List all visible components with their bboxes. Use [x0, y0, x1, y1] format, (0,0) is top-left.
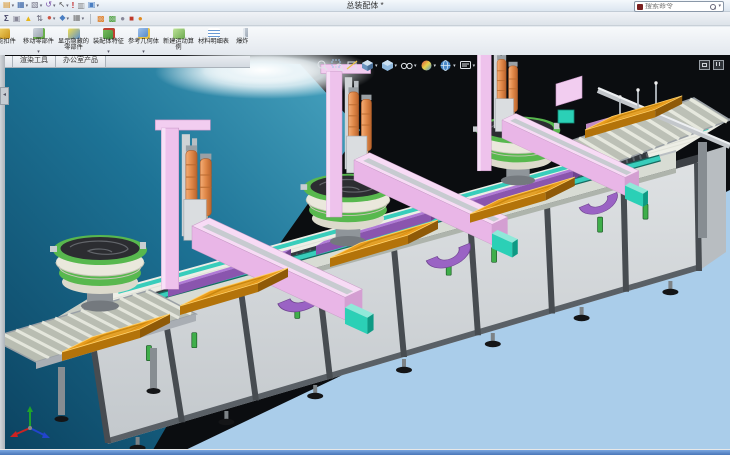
- show-hidden-components-button[interactable]: 显示隐藏的零部件: [56, 27, 91, 54]
- heads-up-view-toolbar: ▾ ▾ ▾ ▾ ▾ ▾: [316, 58, 476, 73]
- photoview-preview-icon[interactable]: ▩: [97, 14, 105, 23]
- bill-of-materials-button[interactable]: 材料明细表: [196, 27, 231, 54]
- equations-icon[interactable]: Σ: [4, 14, 9, 23]
- zoom-area-icon[interactable]: [331, 59, 344, 72]
- tools-toolbar: Σ ▣ ▲ ⇅ ● ◆ ▦ ▩ ▩ ● ■ ●: [0, 12, 730, 26]
- integrated-preview-icon[interactable]: ▩: [109, 14, 117, 23]
- print-icon[interactable]: ▧: [31, 0, 42, 11]
- featuremanager-splitter[interactable]: [0, 55, 5, 450]
- section-view-icon[interactable]: [346, 59, 359, 72]
- exploded-view-button[interactable]: 爆炸视图: [231, 27, 248, 54]
- graphics-viewport[interactable]: 评估 渲染工具 办公室产品 ▾ ▾ ▾ ▾ ▾ ▾ ◂: [0, 55, 730, 450]
- interference-check-icon[interactable]: ▲: [24, 14, 32, 23]
- search-icon[interactable]: [710, 4, 716, 10]
- camera-view-icon[interactable]: ▦: [73, 13, 84, 24]
- search-caret-icon[interactable]: ▾: [718, 2, 721, 11]
- zoom-fit-icon[interactable]: [316, 59, 329, 72]
- smart-fasteners-button[interactable]: 智能扣件: [0, 27, 21, 54]
- solidworks-icon: [637, 4, 643, 10]
- taskbar-edge[interactable]: [0, 449, 730, 455]
- tab-office-products[interactable]: 办公室产品: [56, 56, 106, 67]
- command-manager-tabs: 评估 渲染工具 办公室产品: [0, 56, 250, 68]
- document-window-controls: [699, 60, 724, 70]
- render-options-icon[interactable]: ●: [138, 14, 143, 23]
- tab-render-tools[interactable]: 渲染工具: [13, 56, 56, 67]
- assembly-features-button[interactable]: 装配体特征: [91, 27, 126, 54]
- document-title: 总装配体 *: [0, 0, 730, 11]
- align-icon[interactable]: ⇅: [36, 14, 43, 23]
- take-snapshot-icon[interactable]: ▣: [13, 14, 21, 23]
- restore-window-button[interactable]: [699, 60, 710, 70]
- undo-icon[interactable]: ↺: [45, 0, 55, 11]
- reference-geometry-button[interactable]: 参考几何体: [126, 27, 161, 54]
- select-icon[interactable]: ↖: [58, 0, 68, 11]
- toolbar-separator: [90, 14, 91, 24]
- save-icon[interactable]: ▦: [17, 0, 28, 11]
- view-orientation-icon[interactable]: [361, 59, 374, 72]
- open-icon[interactable]: ▤: [3, 0, 14, 11]
- title-bar: ▤ ▦ ▧ ↺ ↖ ! ▥ ▣ 总装配体 * ▾: [0, 0, 730, 12]
- command-manager: 智能扣件 移动零部件 显示隐藏的零部件 装配体特征 参考几何体 新建运动算例 材…: [0, 27, 730, 56]
- edit-appearance-icon[interactable]: ●: [47, 13, 55, 24]
- quick-access-toolbar: ▤ ▦ ▧ ↺ ↖ ! ▥ ▣: [0, 0, 99, 11]
- display-style-icon[interactable]: [381, 59, 394, 72]
- file-properties-icon[interactable]: ▥: [77, 1, 85, 10]
- hide-show-items-icon[interactable]: [400, 59, 413, 72]
- schedule-render-icon[interactable]: ●: [120, 14, 125, 23]
- view-settings-icon[interactable]: [459, 59, 472, 72]
- edit-appearance-icon[interactable]: [420, 59, 433, 72]
- tile-window-button[interactable]: [713, 60, 724, 70]
- featuremanager-expand-arrow[interactable]: ◂: [0, 87, 9, 105]
- window-icon[interactable]: ▣: [88, 0, 99, 11]
- viewport-3d-canvas[interactable]: [0, 55, 730, 450]
- search-input[interactable]: [645, 3, 708, 11]
- apply-scene-icon[interactable]: [439, 59, 452, 72]
- rebuild-icon[interactable]: !: [72, 1, 75, 10]
- move-component-button[interactable]: 移动零部件: [21, 27, 56, 54]
- edit-decal-icon[interactable]: ■: [129, 14, 134, 23]
- assembly-visualization-icon[interactable]: ◆: [59, 13, 69, 24]
- new-motion-study-button[interactable]: 新建运动算例: [161, 27, 196, 54]
- search-box[interactable]: ▾: [634, 1, 724, 12]
